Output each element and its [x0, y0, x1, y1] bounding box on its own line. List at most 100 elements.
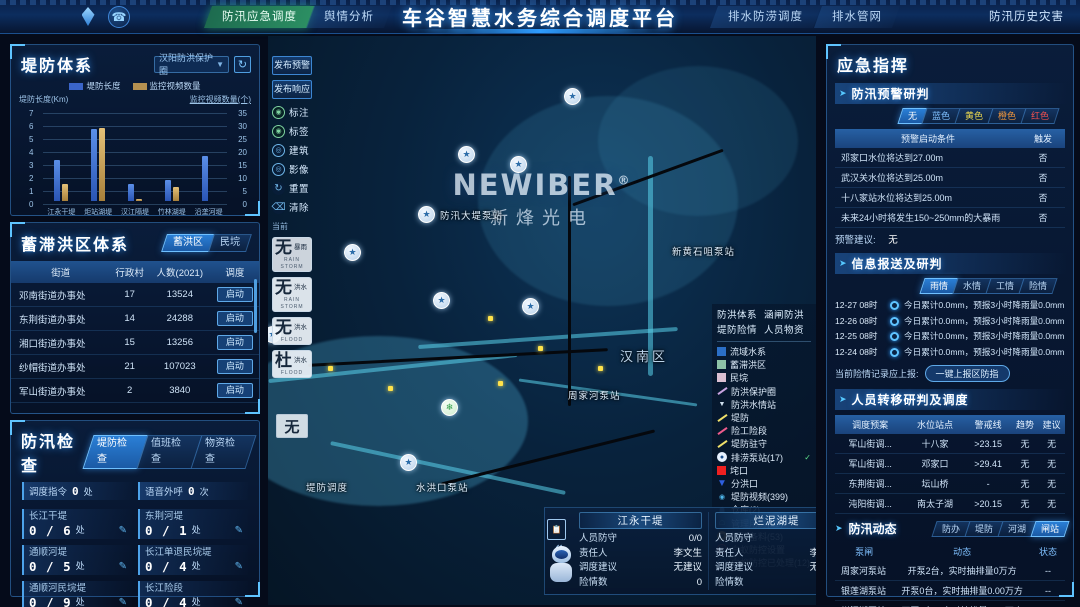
- tab-detention-zone[interactable]: 蓄洪区: [161, 234, 215, 252]
- map-toggle-building[interactable]: ◎ 建筑: [272, 142, 316, 158]
- edit-icon[interactable]: ✎: [119, 523, 127, 538]
- tab-gate-station[interactable]: 闸站: [1030, 520, 1070, 537]
- start-button[interactable]: 启动: [216, 359, 253, 374]
- legend-item[interactable]: ▼ 防洪水情站: [717, 398, 811, 411]
- warning-level-tabs[interactable]: 无 蓝色 黄色 橙色 红色: [827, 108, 1065, 124]
- inspection-cell[interactable]: 长江单退民垸堤 0 / 4 处 ✎: [135, 542, 251, 578]
- edit-icon[interactable]: ✎: [235, 523, 243, 538]
- legend-item[interactable]: ◉ 堤防视频(399): [717, 490, 811, 503]
- legend-item[interactable]: 险工险段: [717, 424, 811, 437]
- protection-ring-select[interactable]: 汉阳防洪保护圈 ▼: [154, 53, 229, 76]
- status-badge-flood-3[interactable]: 杜 洪水 FLOOD: [272, 350, 312, 378]
- map-toolbar[interactable]: 发布预警 发布响应 ◉ 标注 ◉ 标签 ◎ 建筑 ◎ 影像 ↻ 重置 ⌫ 清除 …: [271, 56, 316, 378]
- legend-item[interactable]: 堤防驻守: [717, 437, 811, 450]
- map-canvas[interactable]: NEWIBER® 新烽光电 ★ ★ ★ ★ ★ ★ ❄ ★ ★ ★ 防汛大堤泵站…: [268, 36, 816, 605]
- status-badge-flood-1[interactable]: 无 洪水 RAIN STORM: [272, 277, 312, 312]
- tab-drainage-network[interactable]: 排水管网: [813, 6, 901, 28]
- legend-item[interactable]: ● 排涝泵站(17) ✓: [717, 451, 811, 464]
- col-station: 水位站点: [905, 415, 965, 434]
- title-underline: [405, 29, 675, 33]
- legend-item[interactable]: ▼ 分洪口: [717, 477, 811, 490]
- legend-item[interactable]: 民垸: [717, 371, 811, 384]
- tab-minyuan[interactable]: 民垸: [208, 234, 252, 252]
- map-pin-pump[interactable]: ★: [522, 298, 539, 315]
- table-row[interactable]: 纱帽街道办事处 21 107023 启动: [11, 354, 259, 379]
- cell-condition: 邓家口水位将达到27.00m: [835, 148, 1021, 168]
- status-badge-corner[interactable]: 无: [276, 414, 308, 438]
- map-pin-pump[interactable]: ★: [564, 88, 581, 105]
- detention-table-scroll[interactable]: 街道 行政村 人数(2021) 调度 邓南街道办事处 17 13524 启动 东荆街道办…: [11, 255, 259, 405]
- bar-video-count: [62, 183, 69, 201]
- legend-item[interactable]: 蓄滞洪区: [717, 358, 811, 371]
- map-toggle-label-layer[interactable]: ◉ 标签: [272, 123, 316, 139]
- report-type-tabs[interactable]: 雨情 水情 工情 险情: [827, 278, 1065, 294]
- panel-emergency-command: 应急指挥 ➤ 防汛预警研判 无 蓝色 黄色 橙色 红色 预警启动条件 触发 邓家…: [826, 44, 1074, 607]
- inspection-cell[interactable]: 长江险段 0 / 4 处 ✎: [135, 578, 251, 607]
- map-toggle-imagery[interactable]: ◎ 影像: [272, 161, 316, 177]
- table-row[interactable]: 湘口街道办事处 15 13256 启动: [11, 330, 259, 355]
- x-tick-label: 沿垄河堤: [194, 209, 223, 216]
- document-clock-icon[interactable]: 📋: [547, 519, 566, 540]
- legend-tab-gate-flood[interactable]: 涵闸防洪: [764, 308, 811, 323]
- table-row[interactable]: 军山街道办事处 2 3840 启动: [11, 378, 259, 403]
- start-button[interactable]: 启动: [216, 383, 253, 398]
- dike-card[interactable]: 江永干堤 人员防守 0/0 责任人 李文生 调度建议 无建议 险情数 0: [573, 512, 709, 590]
- edit-icon[interactable]: ✎: [235, 595, 243, 607]
- edit-icon[interactable]: ✎: [119, 559, 127, 574]
- cell-value: 0 / 1: [145, 523, 188, 538]
- detention-area-tabs[interactable]: 蓄洪区 民垸: [161, 234, 252, 252]
- inspection-cell[interactable]: 通顺河堤 0 / 5 处 ✎: [19, 542, 135, 578]
- map-clear-button[interactable]: ⌫ 清除: [271, 199, 316, 215]
- legend-item[interactable]: 流域水系: [717, 345, 811, 358]
- start-button[interactable]: 启动: [216, 287, 253, 302]
- map-pin-pump-active[interactable]: ❄: [441, 399, 458, 416]
- status-badge-rainstorm[interactable]: 无 暴雨 RAIN STORM: [272, 237, 312, 272]
- map-pin-dike-dispatch[interactable]: ★: [400, 454, 417, 471]
- start-button[interactable]: 启动: [216, 311, 253, 326]
- legend-item[interactable]: 垞口: [717, 464, 811, 477]
- cell-people: 13524: [148, 283, 211, 307]
- map-pin-pump[interactable]: ★: [458, 146, 475, 163]
- legend-tab-dike-danger[interactable]: 堤防险情: [717, 323, 764, 338]
- table-row[interactable]: 邓南街道办事处 17 13524 启动: [11, 283, 259, 307]
- table-header-row: 泵闸 动态 状态: [835, 542, 1065, 561]
- legend-label: 堤防: [731, 413, 750, 424]
- inspection-cell[interactable]: 长江干堤 0 / 6 处 ✎: [19, 506, 135, 542]
- tab-drainage-dispatch[interactable]: 排水防涝调度: [709, 6, 822, 28]
- legend-tab-personnel-materials[interactable]: 人员物资: [764, 323, 811, 338]
- legend-item[interactable]: 堤防: [717, 411, 811, 424]
- report-action-row: 当前险情记录应上报: 一键上报区防指: [835, 365, 1065, 382]
- map-pin-pump[interactable]: ★: [510, 156, 527, 173]
- tab-historical-disasters[interactable]: 防汛历史灾害: [989, 6, 1064, 28]
- inspection-cell[interactable]: 通顺河民垸堤 0 / 9 处 ✎: [19, 578, 135, 607]
- refresh-icon[interactable]: ↻: [234, 55, 251, 73]
- map-toggle-marker[interactable]: ◉ 标注: [272, 104, 316, 120]
- timeline-dot-icon: [890, 316, 899, 326]
- edit-icon[interactable]: ✎: [235, 559, 243, 574]
- publish-warning-button[interactable]: 发布预警: [272, 56, 312, 75]
- legend-tab-flood-system[interactable]: 防洪体系: [717, 308, 764, 323]
- status-badge-flood-2[interactable]: 无 洪水 FLOOD: [272, 317, 312, 345]
- inspection-tabs[interactable]: 堤防检查 值班检查 物资检查: [82, 435, 257, 469]
- x-tick-label: 炬站湖堤: [84, 209, 113, 216]
- edit-icon[interactable]: ✎: [119, 595, 127, 607]
- dike-card[interactable]: 烂泥湖堤 人员防守0/0 责任人李文生 调度建议无建议 险情数0: [709, 512, 816, 590]
- cell-villages: 15: [110, 330, 149, 355]
- one-click-report-button[interactable]: 一键上报区防指: [924, 365, 1010, 382]
- tab-material-inspection[interactable]: 物资检查: [190, 435, 257, 469]
- map-pin-pump[interactable]: ★: [418, 206, 435, 223]
- inspection-cell[interactable]: 东荆河堤 0 / 1 处 ✎: [135, 506, 251, 542]
- tab-danger[interactable]: 险情: [1018, 278, 1058, 294]
- legend-tabs[interactable]: 防洪体系 涵闸防洪 堤防险情 人员物资: [717, 308, 811, 338]
- table-row[interactable]: 沌阳街道办事处3222启动: [11, 402, 259, 405]
- map-reset-button[interactable]: ↻ 重置: [272, 180, 316, 196]
- table-row[interactable]: 东荆街道办事处 14 24288 启动: [11, 306, 259, 331]
- start-button[interactable]: 启动: [216, 335, 253, 350]
- level-red[interactable]: 红色: [1020, 108, 1060, 124]
- map-pin-pump[interactable]: ★: [344, 244, 361, 261]
- publish-response-button[interactable]: 发布响应: [272, 80, 312, 99]
- table-row: 东荆街调... 坛山桥 - 无无: [835, 473, 1065, 494]
- legend-item[interactable]: 防洪保护圈: [717, 385, 811, 398]
- map-pin-pump[interactable]: ★: [433, 292, 450, 309]
- dynamic-tabs[interactable]: 防办 堤防 河湖 闸站: [931, 520, 1070, 537]
